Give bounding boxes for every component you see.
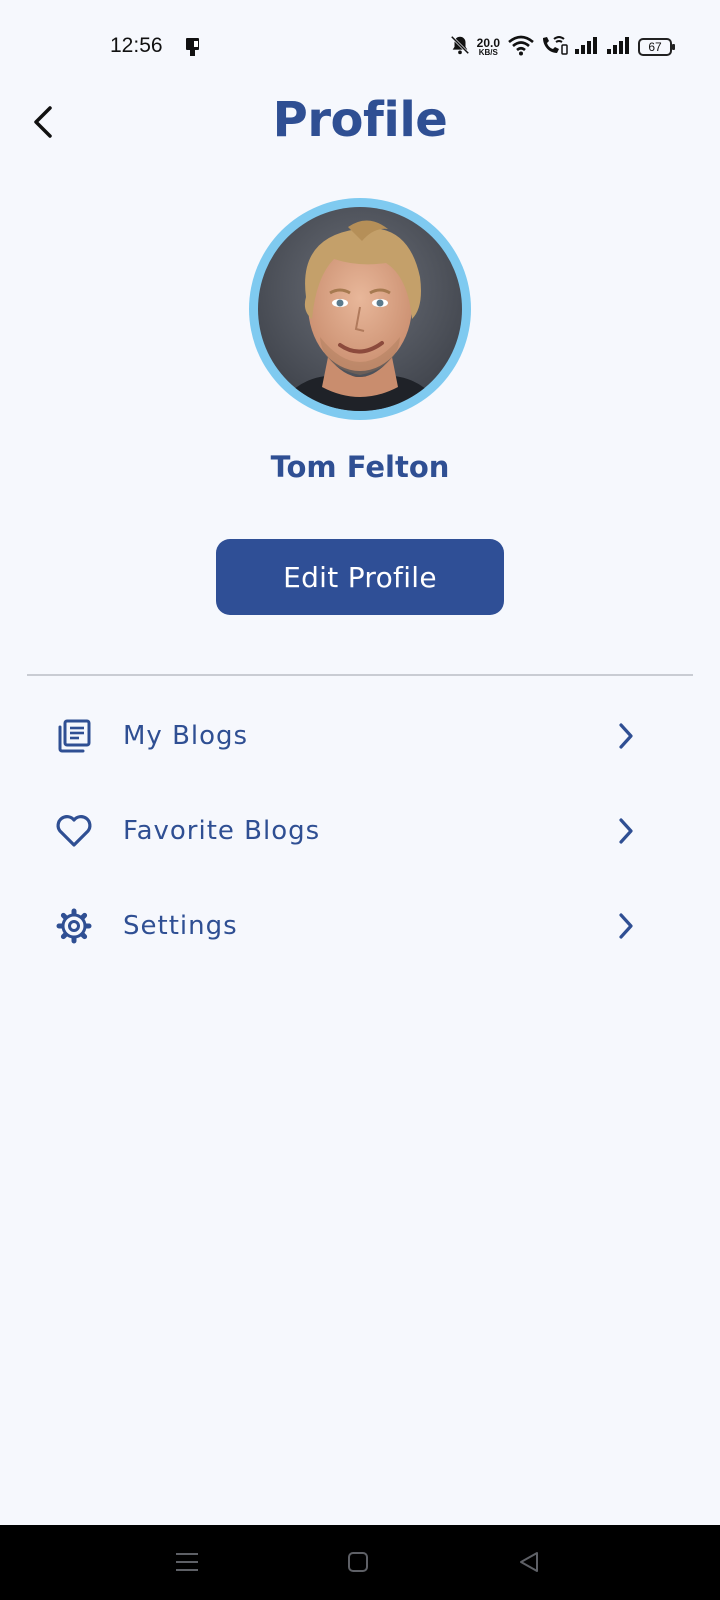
wifi-icon (508, 34, 534, 60)
gear-icon (54, 906, 94, 946)
net-speed: 20.0 KB/S (477, 37, 500, 57)
status-icons: 20.0 KB/S 67 (449, 34, 675, 60)
signal-1-icon (574, 35, 600, 59)
menu-lines-icon (176, 1553, 198, 1571)
back-triangle-icon (520, 1552, 538, 1572)
battery-icon: 67 (638, 38, 675, 56)
menu-item-label: Favorite Blogs (123, 816, 321, 846)
phone-screen-icon (184, 37, 202, 61)
divider (27, 674, 693, 676)
menu-item-favorite-blogs[interactable]: Favorite Blogs (27, 791, 693, 871)
avatar (249, 198, 471, 420)
user-name: Tom Felton (270, 450, 450, 484)
net-speed-unit: KB/S (478, 48, 498, 57)
bell-off-icon (449, 34, 471, 60)
page-title: Profile (272, 92, 448, 148)
recent-apps-button[interactable] (170, 1545, 204, 1579)
edit-profile-button[interactable]: Edit Profile (216, 539, 504, 615)
menu-item-my-blogs[interactable]: My Blogs (27, 696, 693, 776)
home-square-icon (348, 1552, 368, 1572)
system-navigation-bar (0, 1525, 720, 1600)
home-button[interactable] (341, 1545, 375, 1579)
menu-item-label: My Blogs (123, 721, 249, 751)
back-nav-button[interactable] (512, 1545, 546, 1579)
chevron-right-icon (610, 720, 642, 752)
battery-level: 67 (648, 40, 662, 54)
chevron-right-icon (610, 815, 642, 847)
blog-list-icon (54, 716, 94, 756)
avatar-photo (258, 207, 462, 411)
menu-item-settings[interactable]: Settings (27, 886, 693, 966)
status-time: 12:56 (110, 34, 163, 57)
heart-icon (54, 811, 94, 851)
menu-item-label: Settings (123, 911, 238, 941)
wifi-calling-icon (540, 34, 568, 60)
signal-2-icon (606, 35, 632, 59)
chevron-right-icon (610, 910, 642, 942)
status-bar: 12:56 20.0 KB/S 67 (0, 0, 720, 96)
